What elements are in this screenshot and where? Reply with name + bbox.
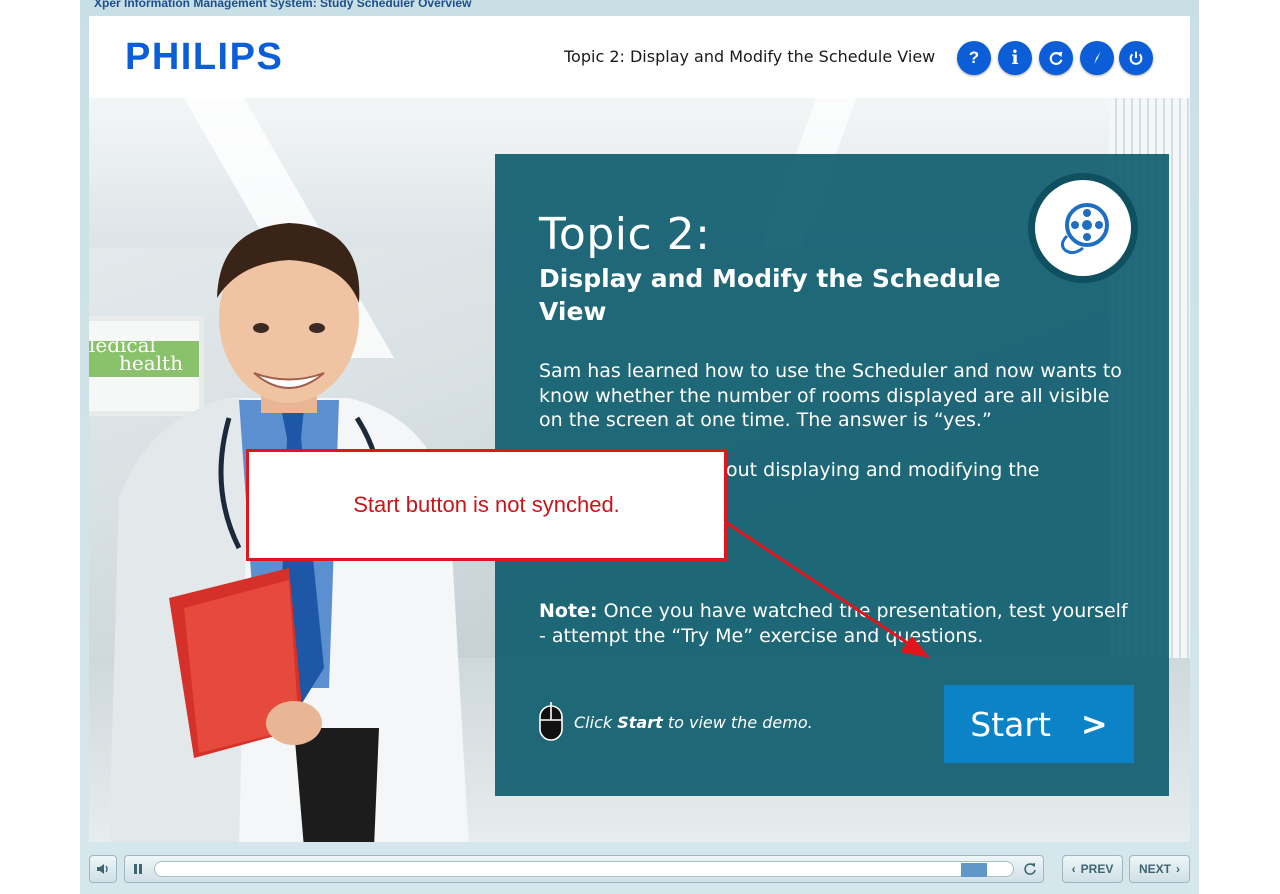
annotation-callout: Start button is not synched. bbox=[246, 449, 727, 561]
refresh-icon bbox=[1049, 51, 1063, 65]
film-reel-badge bbox=[1035, 180, 1131, 276]
info-icon: i bbox=[1011, 47, 1019, 69]
note-paragraph: Note: Once you have watched the presenta… bbox=[539, 599, 1129, 648]
prev-label: PREV bbox=[1080, 862, 1114, 876]
compass-icon bbox=[1094, 51, 1101, 65]
start-button[interactable]: Start > bbox=[944, 685, 1134, 763]
note-label: Note: bbox=[539, 600, 598, 622]
help-button[interactable]: ? bbox=[957, 41, 991, 75]
note-text: Once you have watched the presentation, … bbox=[539, 600, 1128, 647]
progress-track[interactable] bbox=[154, 861, 1014, 877]
topic-heading: Topic 2: Display and Modify the Schedule… bbox=[564, 47, 936, 66]
help-icon: ? bbox=[968, 48, 980, 67]
hint-suffix: to view the demo. bbox=[667, 712, 813, 732]
badge-ring bbox=[1028, 173, 1138, 283]
hint-start-word: Start bbox=[617, 712, 663, 732]
prev-button[interactable]: ‹ PREV bbox=[1062, 855, 1123, 883]
topic-title: Display and Modify the Schedule View bbox=[539, 264, 1001, 326]
player-controls: ‹ PREV NEXT › bbox=[89, 852, 1190, 886]
speaker-icon bbox=[97, 864, 108, 874]
philips-logo: PHILIPS bbox=[125, 36, 284, 78]
topic-number: Topic 2: bbox=[539, 209, 711, 260]
compass-button[interactable] bbox=[1080, 41, 1114, 75]
hint-prefix: Click bbox=[574, 712, 613, 732]
power-button[interactable] bbox=[1119, 41, 1153, 75]
power-icon bbox=[1129, 51, 1143, 65]
chevron-right-icon: › bbox=[1176, 862, 1180, 876]
film-reel-icon bbox=[1060, 203, 1109, 255]
replay-button[interactable] bbox=[1018, 855, 1042, 883]
start-label: Start bbox=[970, 704, 1051, 744]
next-button[interactable]: NEXT › bbox=[1129, 855, 1190, 883]
info-button[interactable]: i bbox=[998, 41, 1032, 75]
window-title: Xper Information Management System: Stud… bbox=[94, 0, 472, 10]
replay-icon bbox=[1024, 863, 1036, 875]
mouse-icon bbox=[539, 702, 563, 741]
refresh-button[interactable] bbox=[1039, 41, 1073, 75]
next-label: NEXT bbox=[1138, 862, 1171, 876]
pause-icon bbox=[134, 864, 142, 874]
topic-description: Sam has learned how to use the Scheduler… bbox=[539, 360, 1122, 431]
progress-fill bbox=[961, 863, 987, 877]
pause-button[interactable] bbox=[125, 855, 151, 883]
chevron-right-icon: > bbox=[1080, 705, 1108, 743]
mute-button[interactable] bbox=[89, 855, 117, 883]
start-hint: Click Start to view the demo. bbox=[539, 702, 813, 742]
chevron-left-icon: ‹ bbox=[1071, 862, 1076, 876]
callout-text: Start button is not synched. bbox=[353, 492, 620, 517]
header-bar: PHILIPS Topic 2: Display and Modify the … bbox=[89, 16, 1190, 98]
